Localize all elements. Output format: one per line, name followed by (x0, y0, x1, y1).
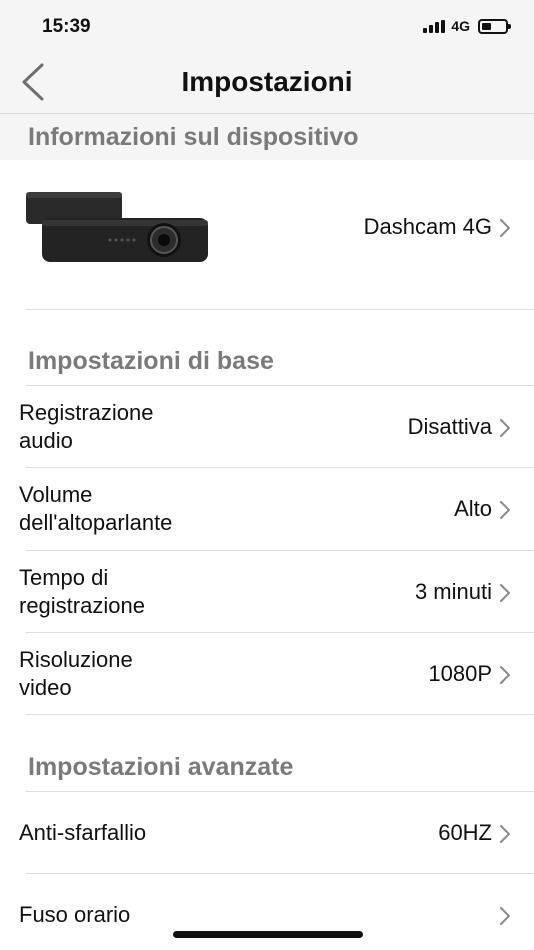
chevron-right-icon (500, 584, 510, 602)
setting-label: Anti-sfarfallio (19, 820, 147, 845)
divider (26, 714, 534, 715)
setting-label: Registrazione audio (19, 400, 154, 453)
dashcam-image (26, 192, 208, 262)
setting-row-anti-flicker[interactable]: Anti-sfarfallio 60HZ (0, 792, 534, 873)
setting-row-video-resolution[interactable]: Risoluzione video 1080P (0, 633, 534, 714)
battery-icon (478, 18, 511, 34)
cellular-signal-icon (423, 19, 446, 33)
chevron-right-icon (500, 666, 510, 684)
setting-row-speaker-volume[interactable]: Volume dell'altoparlante Alto (0, 468, 534, 550)
navigation-bar: Impostazioni (0, 54, 534, 114)
setting-row-time-zone[interactable]: Fuso orario (0, 874, 534, 950)
chevron-right-icon (500, 501, 510, 519)
section-header-advanced: Impostazioni avanzate (0, 744, 534, 790)
divider (26, 309, 534, 310)
chevron-right-icon (500, 419, 510, 437)
setting-value: 3 minuti (414, 579, 492, 604)
network-type: 4G (451, 18, 470, 34)
setting-row-recording-time[interactable]: Tempo di registrazione 3 minuti (0, 551, 534, 632)
setting-value: 1080P (428, 661, 492, 686)
page-title: Impostazioni (181, 66, 353, 97)
status-indicators: 4G (423, 18, 511, 34)
chevron-right-icon (500, 825, 510, 843)
status-bar: 15:39 4G (0, 0, 534, 54)
setting-value: Disattiva (407, 414, 492, 439)
device-name: Dashcam 4G (363, 214, 492, 239)
setting-label: Fuso orario (19, 902, 131, 927)
section-header-device-info: Informazioni sul dispositivo (0, 114, 534, 160)
setting-label: Tempo di registrazione (19, 565, 145, 618)
setting-label: Risoluzione video (19, 647, 133, 700)
chevron-right-icon (500, 907, 510, 925)
setting-value: Alto (454, 496, 492, 521)
home-indicator[interactable] (173, 931, 363, 938)
setting-value: 60HZ (438, 820, 492, 845)
section-header-basic: Impostazioni di base (0, 338, 534, 384)
setting-row-audio-recording[interactable]: Registrazione audio Disattiva (0, 386, 534, 467)
chevron-right-icon (500, 219, 510, 237)
device-row[interactable]: Dashcam 4G (0, 160, 534, 310)
setting-label: Volume dell'altoparlante (19, 482, 173, 535)
status-time: 15:39 (42, 16, 91, 37)
